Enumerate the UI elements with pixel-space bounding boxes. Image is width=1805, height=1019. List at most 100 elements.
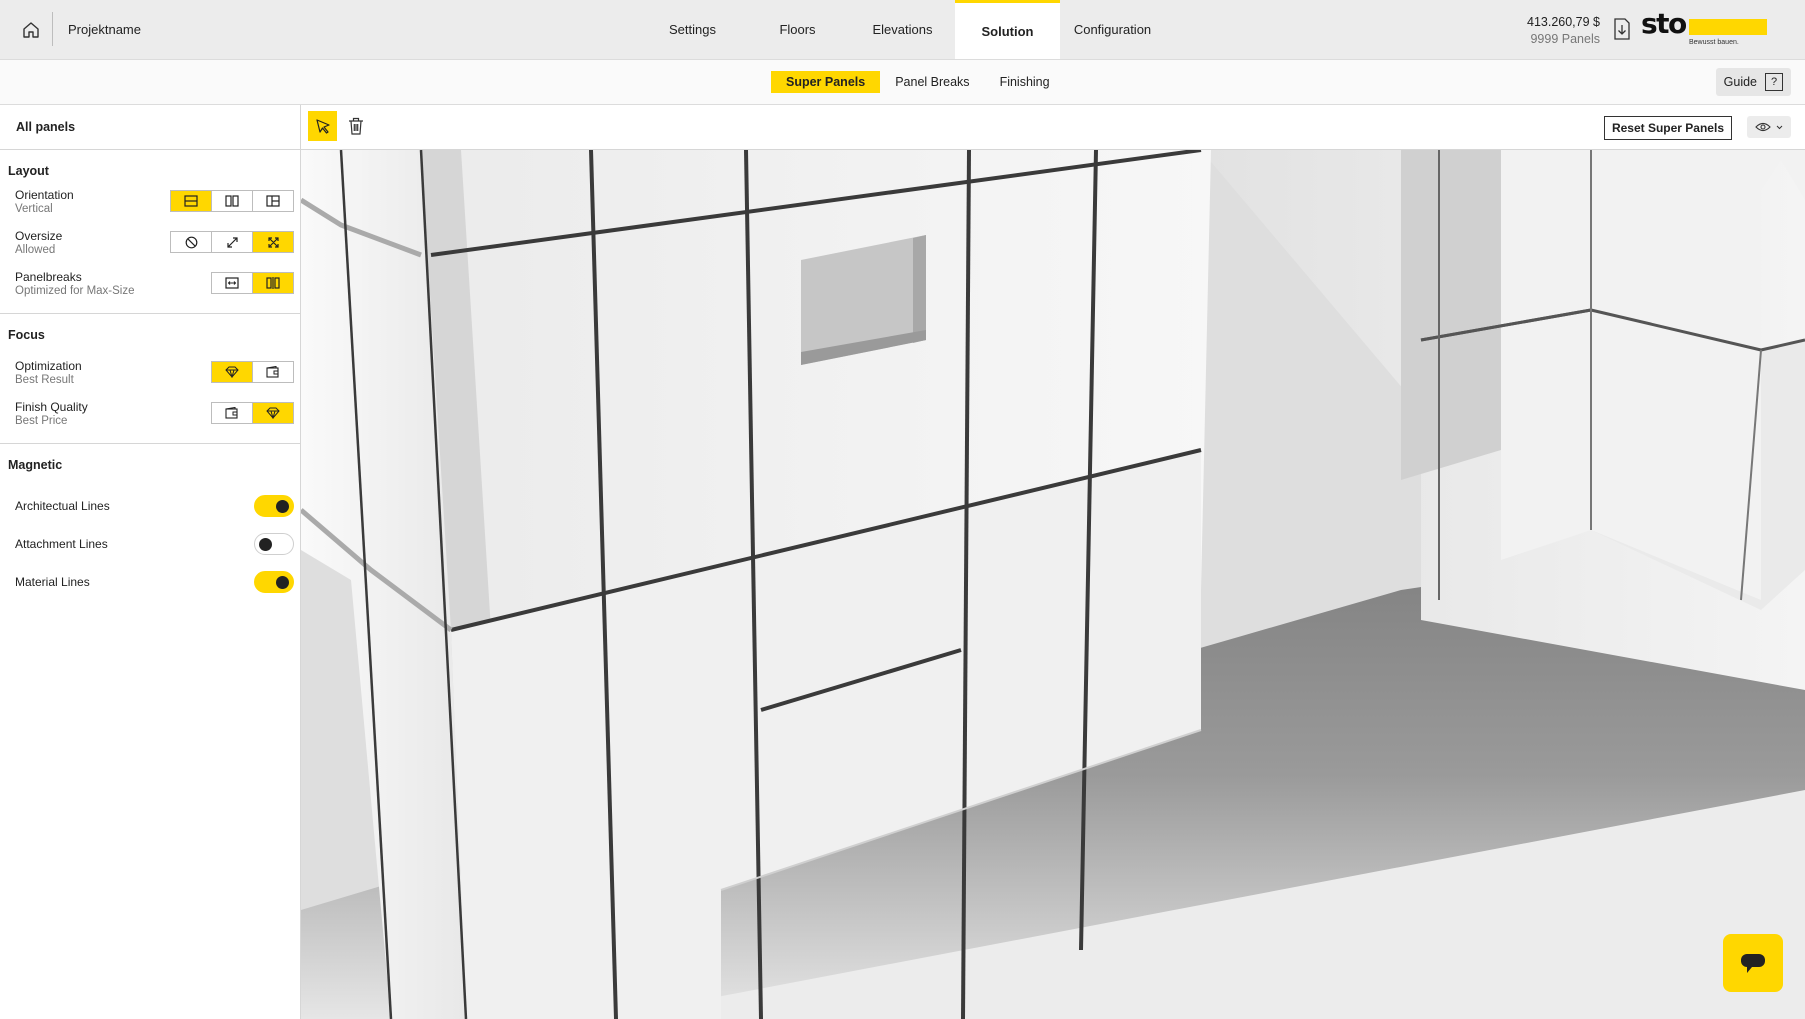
logo-wordmark: sto	[1641, 7, 1687, 40]
attachment-lines-label: Attachment Lines	[15, 537, 108, 551]
width-arrows-icon	[225, 277, 239, 289]
app-window: Projektname Settings Floors Elevations S…	[0, 0, 1805, 1019]
vertical-split-icon	[225, 195, 239, 207]
optimization-price-button[interactable]	[252, 362, 293, 382]
toggle-knob	[259, 538, 272, 551]
oversize-allowed-button[interactable]	[252, 232, 293, 252]
orientation-mixed-button[interactable]	[252, 191, 293, 211]
finish-quality-label: Finish Quality	[15, 400, 88, 414]
section-focus-title: Focus	[8, 328, 45, 342]
orientation-label: Orientation	[15, 188, 74, 202]
panelbreaks-label: Panelbreaks	[15, 270, 82, 284]
tab-settings[interactable]: Settings	[640, 0, 745, 59]
oversize-label: Oversize	[15, 229, 63, 243]
chat-button[interactable]	[1723, 934, 1783, 992]
panel-split-icon	[266, 277, 280, 289]
view-options-button[interactable]	[1747, 116, 1791, 138]
prohibited-icon	[185, 236, 197, 248]
cursor-icon	[315, 119, 330, 134]
trash-icon	[348, 117, 363, 135]
optimization-options	[211, 361, 294, 383]
toggle-knob	[276, 576, 289, 589]
main-tabs: Settings Floors Elevations Solution Conf…	[640, 0, 1165, 59]
panelbreaks-even-button[interactable]	[212, 273, 252, 293]
optimization-label: Optimization	[15, 359, 82, 373]
panelbreaks-value: Optimized for Max-Size	[15, 285, 135, 297]
material-lines-toggle[interactable]	[254, 571, 294, 593]
expand-all-icon	[267, 236, 279, 248]
chat-icon	[1741, 954, 1765, 973]
section-layout-title: Layout	[8, 164, 49, 178]
viewport-toolbar: Reset Super Panels	[301, 105, 1805, 150]
sub-nav-bar: Super Panels Panel Breaks Finishing Guid…	[0, 60, 1805, 105]
reset-super-panels-button[interactable]: Reset Super Panels	[1603, 116, 1732, 140]
subtab-super-panels[interactable]: Super Panels	[771, 71, 881, 93]
material-lines-label: Material Lines	[15, 575, 90, 589]
attachment-lines-row: Attachment Lines	[0, 526, 300, 564]
optimization-row: Optimization Best Result	[0, 355, 300, 396]
finish-quality-value: Best Price	[15, 415, 68, 427]
tab-floors[interactable]: Floors	[745, 0, 850, 59]
diamond-icon	[225, 366, 239, 378]
orientation-rows-button[interactable]	[171, 191, 211, 211]
oversize-row: Oversize Allowed	[0, 225, 300, 266]
project-name[interactable]: Projektname	[68, 22, 141, 37]
architectural-lines-toggle[interactable]	[254, 495, 294, 517]
eye-icon	[1755, 122, 1771, 132]
attachment-lines-toggle[interactable]	[254, 533, 294, 555]
wallet-icon	[266, 366, 279, 378]
orientation-columns-button[interactable]	[211, 191, 252, 211]
tab-solution[interactable]: Solution	[955, 0, 1060, 59]
3d-viewport[interactable]	[301, 150, 1805, 1019]
guide-label: Guide	[1723, 75, 1757, 89]
subtab-panel-breaks[interactable]: Panel Breaks	[880, 71, 984, 93]
panel-count: 9999 Panels	[1530, 32, 1600, 46]
logo-bar	[1689, 19, 1767, 35]
orientation-options	[170, 190, 294, 212]
oversize-options	[170, 231, 294, 253]
delete-button[interactable]	[341, 111, 370, 141]
section-magnetic-title: Magnetic	[8, 458, 63, 472]
material-lines-row: Material Lines	[0, 564, 300, 602]
orientation-row: Orientation Vertical	[0, 184, 300, 225]
finish-quality-row: Finish Quality Best Price	[0, 396, 300, 437]
download-icon	[1614, 18, 1630, 40]
header-divider	[52, 12, 53, 46]
chevron-down-icon	[1776, 125, 1783, 129]
panelbreaks-options	[211, 272, 294, 294]
top-bar: Projektname Settings Floors Elevations S…	[0, 0, 1805, 60]
download-button[interactable]	[1613, 18, 1635, 42]
logo-claim: Bewusst bauen.	[1689, 39, 1739, 46]
mixed-layout-icon	[266, 195, 280, 207]
oversize-expand-button[interactable]	[211, 232, 252, 252]
finish-quality-button[interactable]	[252, 403, 293, 423]
select-tool-button[interactable]	[308, 111, 337, 141]
sub-tabs: Super Panels Panel Breaks Finishing	[771, 71, 1065, 93]
price-summary: 413.260,79 $ 9999 Panels	[1527, 14, 1600, 48]
expand-diagonal-icon	[226, 236, 238, 248]
tab-configuration[interactable]: Configuration	[1060, 0, 1165, 59]
tab-elevations[interactable]: Elevations	[850, 0, 955, 59]
architectural-lines-label: Architectual Lines	[15, 499, 110, 513]
total-price: 413.260,79 $	[1527, 15, 1600, 29]
building-render	[301, 150, 1805, 1019]
oversize-value: Allowed	[15, 244, 56, 256]
optimization-value: Best Result	[15, 374, 74, 386]
oversize-none-button[interactable]	[171, 232, 211, 252]
finish-price-button[interactable]	[212, 403, 252, 423]
orientation-value: Vertical	[15, 203, 53, 215]
panelbreaks-row: Panelbreaks Optimized for Max-Size	[0, 266, 300, 307]
guide-button[interactable]: Guide ?	[1715, 68, 1791, 96]
panelbreaks-maxsize-button[interactable]	[252, 273, 293, 293]
wallet-icon	[225, 407, 238, 419]
home-button[interactable]	[14, 15, 47, 45]
help-icon: ?	[1765, 73, 1783, 91]
diamond-icon	[266, 407, 280, 419]
optimization-result-button[interactable]	[212, 362, 252, 382]
sto-logo: sto Bewusst bauen.	[1641, 7, 1791, 49]
home-icon	[22, 22, 39, 38]
finish-quality-options	[211, 402, 294, 424]
architectural-lines-row: Architectual Lines	[0, 488, 300, 526]
settings-sidebar: All panels Layout Orientation Vertical O…	[0, 105, 301, 1019]
subtab-finishing[interactable]: Finishing	[985, 71, 1065, 93]
